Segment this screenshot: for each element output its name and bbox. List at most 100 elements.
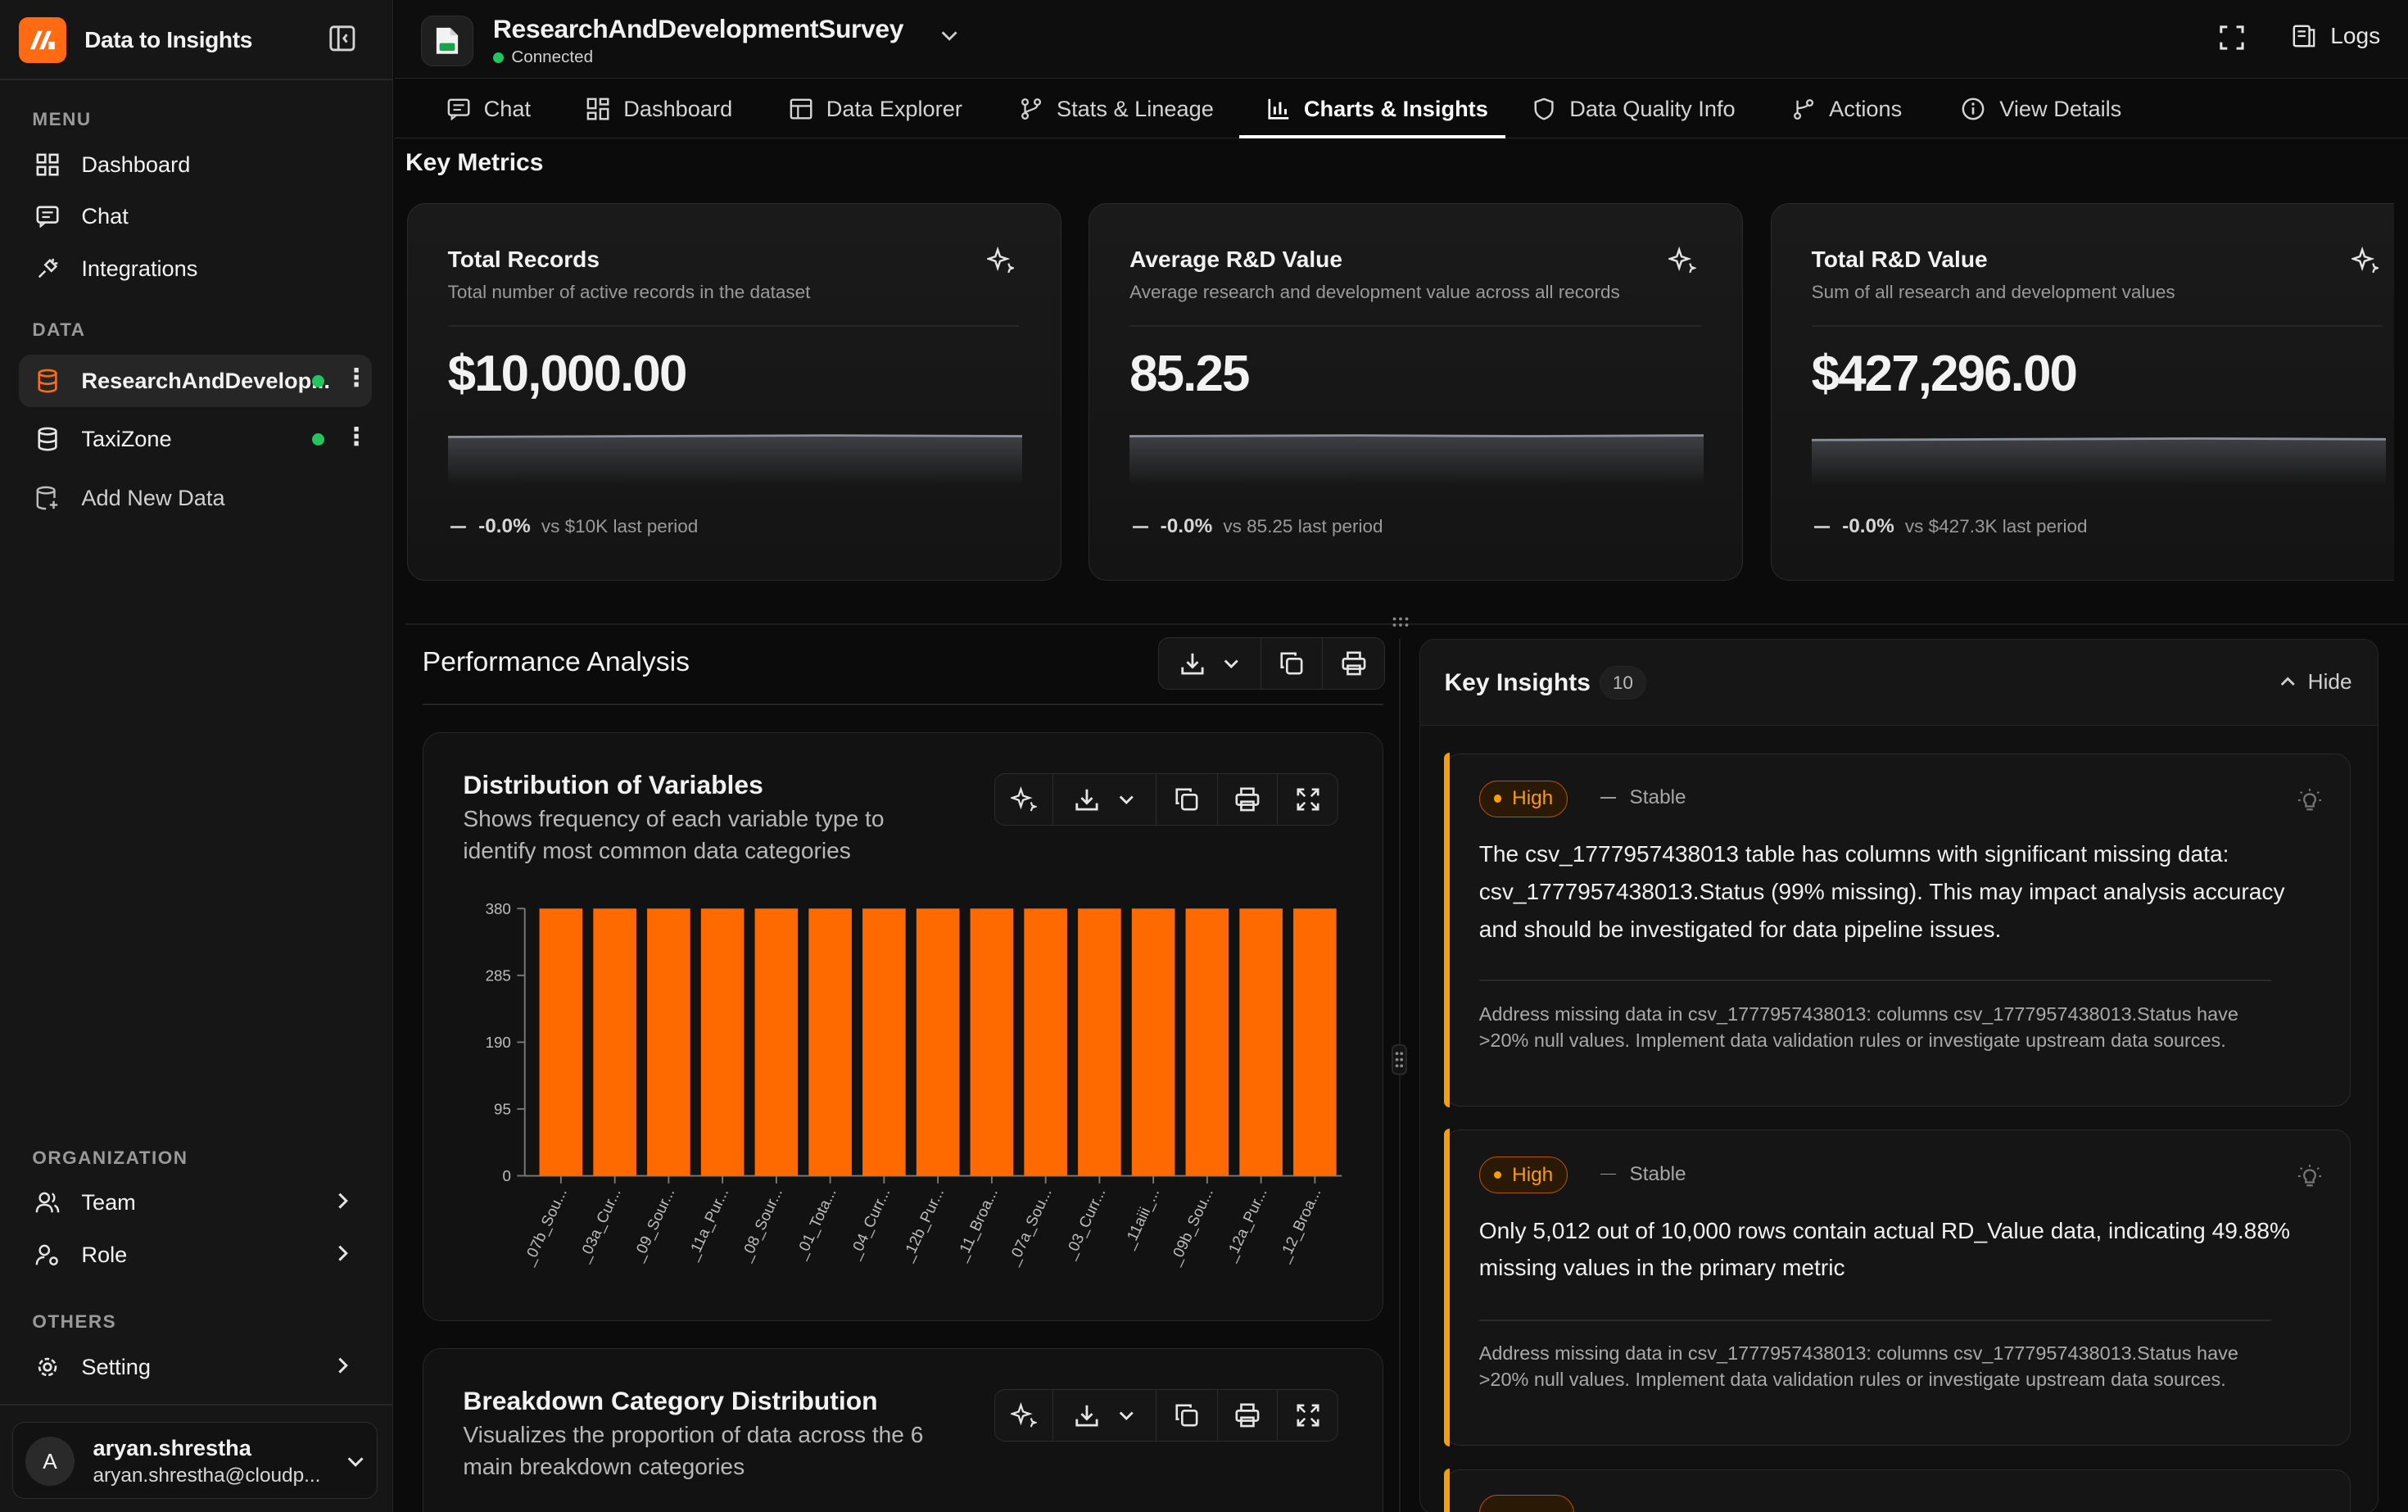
x-tick-label: _03a_Cur... — [574, 1185, 624, 1265]
x-tick-label: _01_Tota... — [791, 1185, 840, 1262]
dataset-dropdown-icon[interactable] — [939, 25, 960, 46]
print-button[interactable] — [1218, 774, 1279, 825]
print-button[interactable] — [1218, 1390, 1279, 1441]
table-icon — [790, 97, 812, 120]
tab-chat[interactable]: Chat — [447, 80, 531, 138]
more-options-icon[interactable]: ⋮ — [344, 364, 369, 392]
x-tick-label: _11a_Pur... — [682, 1185, 731, 1264]
bar — [1131, 908, 1175, 1176]
chart-toolbar — [994, 773, 1339, 826]
copy-button[interactable] — [1156, 774, 1218, 825]
add-new-data-label: Add New Data — [81, 484, 225, 510]
tab-data-explorer[interactable]: Data Explorer — [790, 80, 962, 138]
insight-text: The csv_1777957438013 table has columns … — [1478, 841, 2285, 942]
copy-button[interactable] — [1156, 1390, 1218, 1441]
tab-charts-insights[interactable]: Charts & Insights — [1267, 80, 1488, 138]
tab-label: Actions — [1829, 96, 1903, 122]
trend-label: Stable — [1629, 786, 1686, 809]
download-button[interactable] — [1053, 774, 1156, 825]
logs-button[interactable]: Logs — [2292, 23, 2380, 49]
brand[interactable]: Data to Insights — [18, 16, 375, 63]
resize-handle-icon[interactable] — [1388, 614, 1413, 630]
neutral-trend-icon — [1132, 525, 1148, 528]
sidebar-item-chat[interactable]: Chat — [19, 191, 372, 243]
lightbulb-icon[interactable] — [2297, 1164, 2322, 1188]
priority-badge — [1478, 1494, 1574, 1512]
chart-toolbar — [994, 1389, 1339, 1442]
sidebar-item-team[interactable]: Team — [19, 1176, 372, 1229]
user-email: aryan.shrestha@cloudp... — [93, 1464, 321, 1487]
sidebar-divider — [0, 1403, 393, 1406]
tab-view-details[interactable]: View Details — [1961, 80, 2121, 138]
expand-button[interactable] — [1278, 774, 1338, 825]
metric-value: $427,296.00 — [1811, 346, 2078, 402]
performance-divider — [422, 703, 1384, 705]
sidebar: Data to Insights MENU Dashboard Chat Int… — [0, 0, 393, 1512]
bar — [700, 908, 745, 1176]
dashboard-icon — [34, 151, 61, 179]
metric-footer: -0.0% vs $10K last period — [450, 515, 698, 538]
y-tick-label: 380 — [485, 900, 510, 917]
download-button[interactable] — [1053, 1390, 1156, 1441]
download-icon — [1179, 650, 1206, 677]
sidebar-collapse-icon[interactable] — [328, 25, 373, 52]
sparkline — [447, 434, 1022, 487]
bar — [862, 908, 906, 1176]
sidebar-item-setting[interactable]: Setting — [19, 1341, 372, 1393]
lightbulb-icon[interactable] — [2297, 788, 2322, 813]
sidebar-item-role[interactable]: Role — [19, 1229, 372, 1281]
x-tick-label: _11aiii_... — [1119, 1185, 1163, 1252]
tab-stats-lineage[interactable]: Stats & Lineage — [1020, 80, 1214, 138]
sidebar-item-dashboard[interactable]: Dashboard — [19, 138, 372, 191]
others-section-label: OTHERS — [32, 1311, 117, 1333]
add-new-data-button[interactable]: Add New Data — [19, 472, 372, 524]
ai-sparkle-icon — [1011, 1401, 1038, 1428]
fullscreen-icon[interactable] — [2219, 25, 2245, 51]
bar — [808, 908, 852, 1176]
dataset-title[interactable]: ResearchAndDevelopmentSurvey — [493, 14, 904, 44]
metric-title: Average R&D Value — [1129, 247, 1342, 272]
ai-sparkle-icon[interactable] — [1668, 247, 1696, 274]
tab-dashboard[interactable]: Dashboard — [586, 80, 732, 138]
hide-insights-button[interactable]: Hide — [2279, 669, 2352, 695]
sparkline — [1129, 434, 1704, 487]
tab-label: Stats & Lineage — [1057, 96, 1214, 122]
insight-card[interactable] — [1443, 1468, 2351, 1512]
priority-accent-bar — [1443, 1129, 1451, 1447]
ai-insight-button[interactable] — [995, 1390, 1054, 1441]
insight-card[interactable]: High Stable Only 5,012 out of 10,000 row… — [1443, 1129, 2351, 1447]
divider — [1129, 324, 1701, 327]
x-tick-label: _12b_Pur... — [898, 1185, 948, 1265]
key-insights-title: Key Insights — [1444, 668, 1591, 696]
ai-insight-button[interactable] — [995, 774, 1054, 825]
trend-icon — [1600, 1173, 1616, 1175]
chevron-down-icon — [1117, 1406, 1136, 1425]
insight-card[interactable]: High Stable The csv_1777957438013 table … — [1443, 752, 2351, 1107]
download-button[interactable] — [1159, 638, 1262, 689]
neutral-trend-icon — [1814, 525, 1831, 528]
ai-sparkle-icon[interactable] — [986, 247, 1015, 274]
tab-actions[interactable]: Actions — [1792, 80, 1902, 138]
more-options-icon[interactable]: ⋮ — [344, 423, 369, 451]
column-divider — [1399, 639, 1401, 1512]
copy-icon — [1174, 1402, 1200, 1428]
copy-button[interactable] — [1261, 638, 1324, 689]
priority-label: High — [1512, 1163, 1554, 1186]
insights-count-badge: 10 — [1599, 665, 1646, 700]
bar — [970, 908, 1013, 1176]
expand-button[interactable] — [1278, 1390, 1338, 1441]
tab-data-quality-info[interactable]: Data Quality Info — [1532, 80, 1736, 138]
data-section-label: DATA — [32, 319, 86, 340]
metric-card-average-rd-value: Average R&D Value Average research and d… — [1089, 202, 1744, 581]
ai-sparkle-icon[interactable] — [2351, 247, 2379, 274]
resize-handle-icon[interactable] — [1391, 1044, 1407, 1075]
sidebar-item-research-and-development[interactable]: ResearchAndDevelop... ⋮ — [18, 355, 372, 407]
tab-label: Chat — [483, 96, 532, 122]
user-menu[interactable]: A aryan.shrestha aryan.shrestha@cloudp..… — [12, 1422, 378, 1499]
sidebar-item-integrations[interactable]: Integrations — [19, 242, 372, 295]
print-button[interactable] — [1323, 638, 1384, 689]
sidebar-item-taxizone[interactable]: TaxiZone ⋮ — [19, 413, 372, 465]
sidebar-item-label: Team — [81, 1189, 136, 1215]
x-tick-label: _04_Curr... — [844, 1185, 894, 1262]
sidebar-item-label: Integrations — [81, 256, 198, 282]
